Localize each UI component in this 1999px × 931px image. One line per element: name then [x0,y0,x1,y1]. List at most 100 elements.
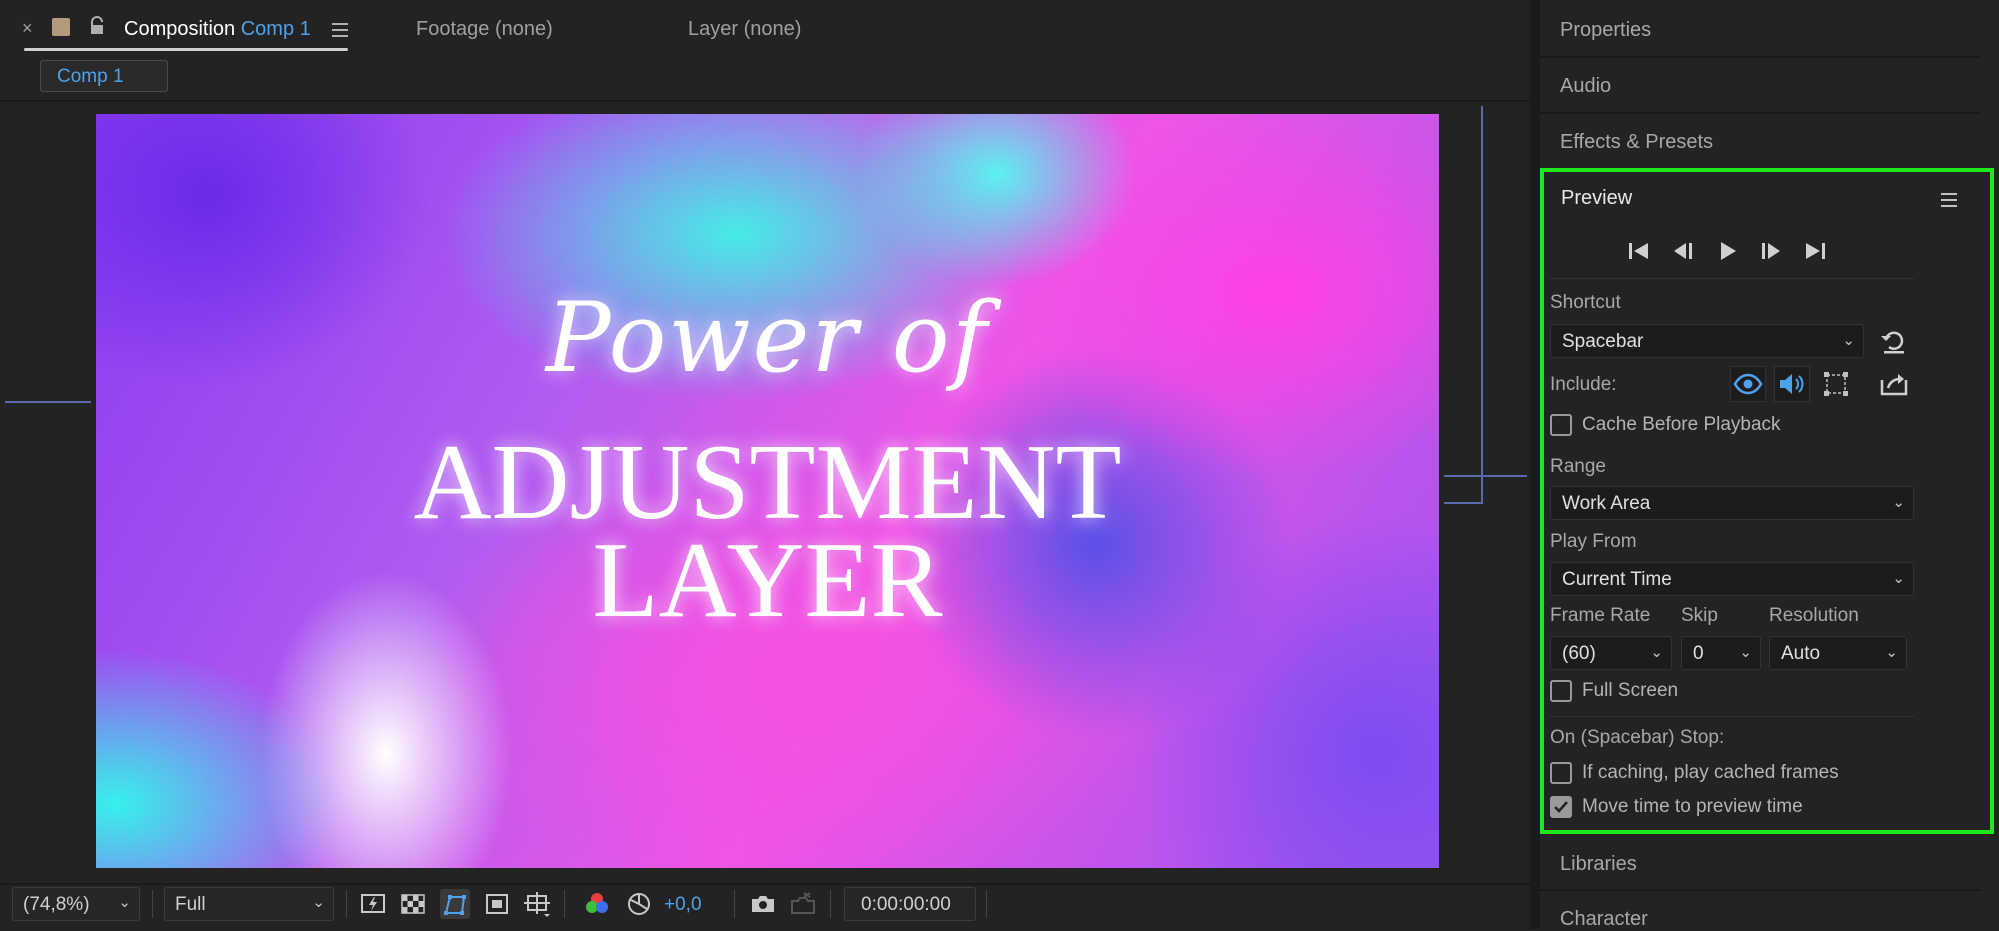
grid-guide-options-icon[interactable] [522,889,552,919]
libraries-label: Libraries [1560,853,1637,875]
toolbar-separator [564,890,565,918]
viewer-tab-bar: × Composition Comp 1 Footage (none) Laye… [0,0,1530,62]
play-from-label: Play From [1550,531,1637,552]
exposure-value[interactable]: +0,0 [664,894,702,916]
composition-tab-text: Composition [124,18,236,40]
export-external-icon[interactable] [1878,368,1910,400]
guide-line-right [1444,475,1527,477]
first-frame-icon[interactable] [1624,236,1654,266]
character-label: Character [1560,908,1648,930]
toolbar-separator [830,890,831,918]
libraries-panel-header[interactable]: Libraries [1540,836,1980,890]
chevron-down-icon: ⌄ [1885,644,1898,661]
main-title: ADJUSTMENT LAYER [96,423,1439,640]
preview-menu-icon[interactable] [1941,193,1957,207]
transparency-grid-icon[interactable] [398,889,428,919]
skip-label: Skip [1681,605,1718,626]
range-dropdown[interactable]: Work Area ⌄ [1550,486,1914,520]
chevron-down-icon: ⌄ [1892,494,1905,511]
active-tab-underline [24,48,348,51]
character-panel-header[interactable]: Character [1540,891,1980,930]
lock-icon[interactable] [88,16,106,36]
shortcut-value: Spacebar [1562,331,1644,352]
toolbar-separator [152,890,153,918]
toolbar-separator [346,890,347,918]
resolution-dropdown[interactable]: Full ⌄ [164,887,334,921]
properties-label: Properties [1560,19,1652,41]
chevron-down-icon: ⌄ [1892,570,1905,587]
move-time-label: Move time to preview time [1582,796,1803,817]
effects-presets-label: Effects & Presets [1560,131,1714,153]
composition-name: Comp 1 [240,18,311,40]
include-video-icon[interactable] [1730,366,1766,402]
reset-shortcut-icon[interactable] [1878,326,1908,356]
cache-before-playback-checkbox[interactable] [1550,414,1572,436]
move-time-checkbox[interactable] [1550,796,1572,818]
full-screen-label: Full Screen [1582,680,1679,701]
toolbar-separator [986,890,987,918]
frame-rate-label: Frame Rate [1550,605,1651,626]
previous-frame-icon[interactable] [1668,236,1698,266]
include-overlays-icon[interactable] [1820,368,1852,400]
play-from-value: Current Time [1562,569,1672,590]
frame-rate-value: (60) [1562,643,1596,664]
shortcut-label: Shortcut [1550,292,1621,313]
checkmark-icon [1554,801,1568,813]
range-label: Range [1550,456,1606,477]
skip-dropdown[interactable]: 0 ⌄ [1681,636,1761,670]
if-caching-label: If caching, play cached frames [1582,762,1839,783]
full-screen-checkbox[interactable] [1550,680,1572,702]
chevron-down-icon: ⌄ [312,894,325,911]
region-of-interest-icon[interactable] [482,889,512,919]
composition-menu-icon[interactable] [332,22,348,38]
comp-subtab[interactable]: Comp 1 [40,60,168,92]
skip-value: 0 [1693,643,1704,664]
resolution-label: Resolution [1769,605,1859,626]
timecode-field[interactable]: 0:00:00:00 [844,887,976,921]
guide-line-left [5,401,91,403]
next-frame-icon[interactable] [1756,236,1786,266]
last-frame-icon[interactable] [1800,236,1830,266]
include-audio-icon[interactable] [1774,366,1810,402]
effects-presets-panel-header[interactable]: Effects & Presets [1540,114,1980,168]
audio-panel-header[interactable]: Audio [1540,58,1980,112]
cache-before-playback-label: Cache Before Playback [1582,414,1781,435]
chevron-down-icon: ⌄ [1650,644,1663,661]
mask-visibility-icon[interactable] [440,889,470,919]
preview-resolution-value: Auto [1781,643,1821,664]
show-snapshot-icon[interactable] [788,889,818,919]
include-label: Include: [1550,374,1617,395]
stop-label: On (Spacebar) Stop: [1550,727,1725,748]
properties-panel-header[interactable]: Properties [1540,2,1980,56]
play-icon[interactable] [1712,236,1742,266]
range-value: Work Area [1562,493,1651,514]
zoom-value: (74,8%) [23,894,90,915]
snapshot-camera-icon[interactable] [748,889,778,919]
preview-title: Preview [1561,187,1633,209]
comp-subtab-label: Comp 1 [57,66,124,87]
chevron-down-icon: ⌄ [1842,332,1855,349]
fast-previews-icon[interactable] [358,889,388,919]
main-title-line2: LAYER [592,521,943,640]
script-title: Power of [545,282,990,394]
play-from-dropdown[interactable]: Current Time ⌄ [1550,562,1914,596]
divider [1550,278,1914,279]
resolution-dropdown-preview[interactable]: Auto ⌄ [1769,636,1907,670]
zoom-dropdown[interactable]: (74,8%) ⌄ [12,887,140,921]
guide-line-corner [1444,502,1482,504]
composition-canvas[interactable]: Power of ADJUSTMENT LAYER [96,114,1439,868]
footage-tab[interactable]: Footage (none) [416,18,553,41]
close-tab-icon[interactable]: × [22,18,33,39]
timecode-value: 0:00:00:00 [861,894,951,915]
panel-divider[interactable] [1530,0,1540,929]
main-title-line1: ADJUSTMENT [413,423,1122,542]
shortcut-dropdown[interactable]: Spacebar ⌄ [1550,324,1864,358]
frame-rate-dropdown[interactable]: (60) ⌄ [1550,636,1672,670]
reset-exposure-icon[interactable] [624,889,654,919]
guide-line-vertical [1481,106,1483,504]
composition-color-swatch-icon[interactable] [52,18,70,36]
layer-tab[interactable]: Layer (none) [688,18,801,41]
composition-tab-label[interactable]: Composition Comp 1 [124,18,311,41]
channel-rgb-icon[interactable] [582,889,612,919]
if-caching-checkbox[interactable] [1550,762,1572,784]
